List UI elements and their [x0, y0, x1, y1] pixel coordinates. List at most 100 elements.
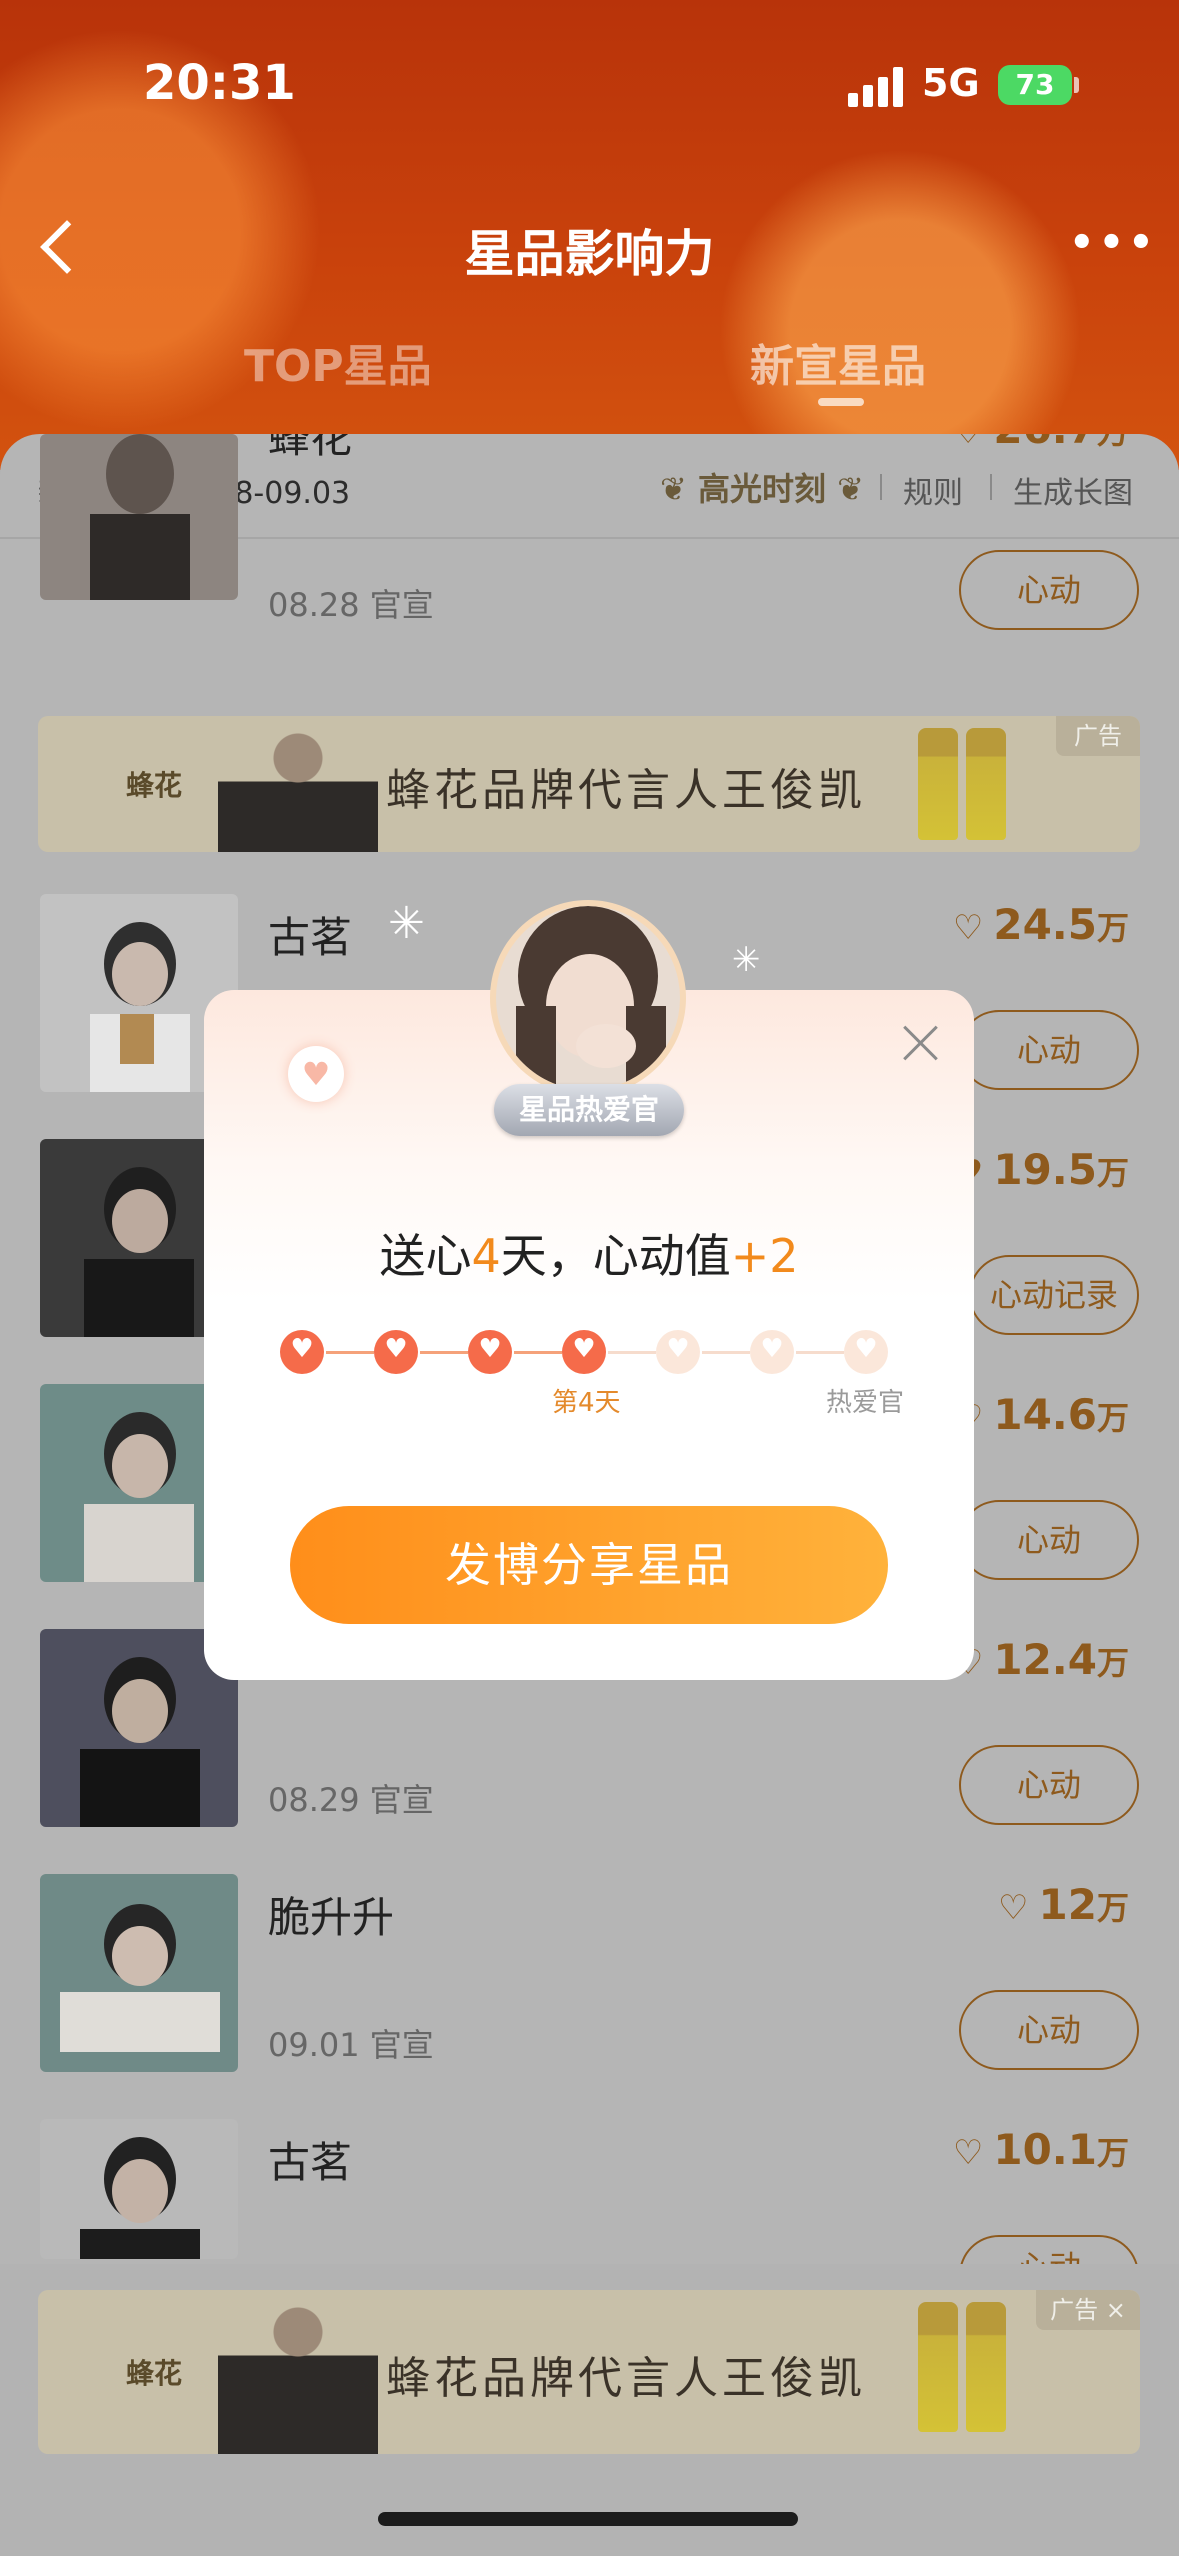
product-name: 古茗	[268, 913, 353, 962]
ad-image	[218, 2300, 378, 2454]
heart-button[interactable]: 心动	[959, 1010, 1139, 1090]
list-item[interactable]: 蜂花 08.28 官宣 ♡ 26.7万 心动	[0, 434, 1179, 649]
ad-text: 蜂花品牌代言人王俊凯	[386, 765, 866, 816]
home-indicator	[378, 2512, 798, 2526]
progress-segment	[608, 1351, 656, 1354]
ad-banner[interactable]: 蜂花 蜂花品牌代言人王俊凯 广告	[38, 716, 1140, 852]
msg-mid: 天，心动值	[500, 1229, 731, 1283]
heart-button[interactable]: 心动	[959, 1990, 1139, 2070]
ad-close-tag[interactable]: 广告 ×	[1036, 2290, 1140, 2330]
heart-score: ♡ 24.5万	[953, 900, 1129, 949]
heart-score: ♡ 12万	[998, 1880, 1129, 1929]
heart-outline-icon: ♡	[953, 434, 983, 452]
score-value: 12.4	[993, 1635, 1097, 1684]
close-icon[interactable]	[898, 1020, 944, 1066]
heart-outline-icon: ♡	[952, 2133, 984, 2173]
brand-logo: 蜂花	[126, 769, 183, 802]
progress-segment	[326, 1351, 374, 1354]
score-value: 14.6	[993, 1390, 1097, 1439]
progress-segment	[796, 1351, 844, 1354]
progress-segment	[702, 1351, 750, 1354]
heart-decor-icon: ♥	[288, 1046, 344, 1102]
reward-modal: ♥ 星品热爱官 送心4天，心动值+2 第4天 热爱官 发博分享星品	[204, 900, 974, 1680]
header: 20:31 5G 73 星品影响力 ••• TOP星品 新宣星品	[0, 0, 1179, 470]
msg-days: 4	[471, 1229, 501, 1283]
heart-outline-icon: ♡	[998, 1888, 1029, 1928]
current-day-label: 第4天	[552, 1388, 621, 1418]
product-name: 蜂花	[268, 434, 353, 462]
heart-score: ♡ 26.7万	[953, 434, 1129, 453]
ad-text: 蜂花品牌代言人王俊凯	[386, 2353, 866, 2404]
score-unit: 万	[1096, 1399, 1129, 1437]
nav-bar: 星品影响力 •••	[0, 200, 1179, 290]
fan-badge: 星品热爱官	[494, 1084, 684, 1136]
product-thumbnail	[40, 434, 238, 600]
bottle-image	[918, 2302, 958, 2432]
share-post-button[interactable]: 发博分享星品	[290, 1506, 888, 1624]
bottle-image	[966, 728, 1006, 840]
product-name: 脆升升	[268, 1893, 395, 1942]
heart-score: ♡12.4万	[953, 1635, 1129, 1684]
score-unit: 万	[1096, 2134, 1129, 2172]
more-icon[interactable]: •••	[1069, 220, 1154, 270]
product-name: 古茗	[268, 2138, 353, 2187]
announce-date: 08.29 官宣	[268, 1781, 434, 1819]
avatar-image	[496, 906, 680, 1090]
ad-tag: 广告	[1056, 716, 1140, 756]
heart-score: ♡14.6万	[953, 1390, 1129, 1439]
score-unit: 万	[1097, 434, 1129, 451]
reward-message: 送心4天，心动值+2	[204, 1220, 974, 1286]
list-item[interactable]: 古茗 ♡10.1万 心动	[0, 2119, 1179, 2264]
score-value: 19.5	[993, 1145, 1097, 1194]
progress-heart-icon	[562, 1330, 606, 1374]
score-value: 24.5	[993, 900, 1097, 949]
msg-prefix: 送心	[379, 1229, 472, 1283]
product-thumbnail	[40, 1874, 238, 2072]
status-time: 20:31	[143, 55, 296, 111]
tab-top[interactable]: TOP星品	[244, 330, 432, 394]
score-value: 12	[1038, 1880, 1097, 1929]
tab-indicator	[818, 398, 864, 406]
final-reward-label: 热爱官	[826, 1388, 905, 1418]
heart-button[interactable]: 心动	[959, 1745, 1139, 1825]
product-thumbnail	[40, 2119, 238, 2259]
sparkle-icon: ✳	[732, 940, 761, 980]
progress-segment	[420, 1351, 468, 1354]
sparkle-icon: ✳	[388, 898, 425, 949]
page-title: 星品影响力	[464, 225, 715, 283]
signal-icon	[848, 67, 906, 107]
heart-button[interactable]: 心动	[959, 2235, 1139, 2264]
bottle-image	[918, 728, 958, 840]
progress-heart-icon	[374, 1330, 418, 1374]
tab-new[interactable]: 新宣星品	[750, 330, 926, 394]
msg-plus: +2	[730, 1229, 799, 1283]
battery-cap	[1074, 77, 1079, 93]
progress-segment	[514, 1351, 562, 1354]
score-value: 10.1	[993, 2125, 1097, 2174]
heart-outline-icon: ♡	[952, 908, 984, 948]
avatar	[490, 900, 686, 1096]
bottle-image	[966, 2302, 1006, 2432]
battery-icon: 73	[998, 65, 1072, 105]
progress-track	[280, 1330, 898, 1390]
announce-date: 08.28 官宣	[268, 586, 434, 624]
progress-heart-icon	[468, 1330, 512, 1374]
heart-record-button[interactable]: 心动记录	[969, 1255, 1139, 1335]
ad-banner-bottom[interactable]: 蜂花 蜂花品牌代言人王俊凯 广告 ×	[38, 2290, 1140, 2454]
heart-score: ♥19.5万	[953, 1145, 1129, 1194]
list-item[interactable]: 脆升升 09.01 官宣 ♡ 12万 心动	[0, 1874, 1179, 2119]
announce-date: 09.01 官宣	[268, 2026, 434, 2064]
score-unit: 万	[1096, 1644, 1129, 1682]
score-unit: 万	[1096, 909, 1129, 947]
brand-logo: 蜂花	[126, 2357, 183, 2390]
network-type: 5G	[922, 61, 980, 105]
status-bar: 20:31 5G 73	[0, 55, 1179, 125]
score-unit: 万	[1096, 1889, 1129, 1927]
tab-bar: TOP星品 新宣星品	[0, 330, 1179, 410]
progress-heart-icon	[750, 1330, 794, 1374]
progress-heart-icon	[656, 1330, 700, 1374]
score-value: 26.7	[993, 434, 1097, 453]
heart-button[interactable]: 心动	[959, 1500, 1139, 1580]
heart-score: ♡ 10.1万	[953, 2125, 1129, 2174]
heart-button[interactable]: 心动	[959, 550, 1139, 630]
